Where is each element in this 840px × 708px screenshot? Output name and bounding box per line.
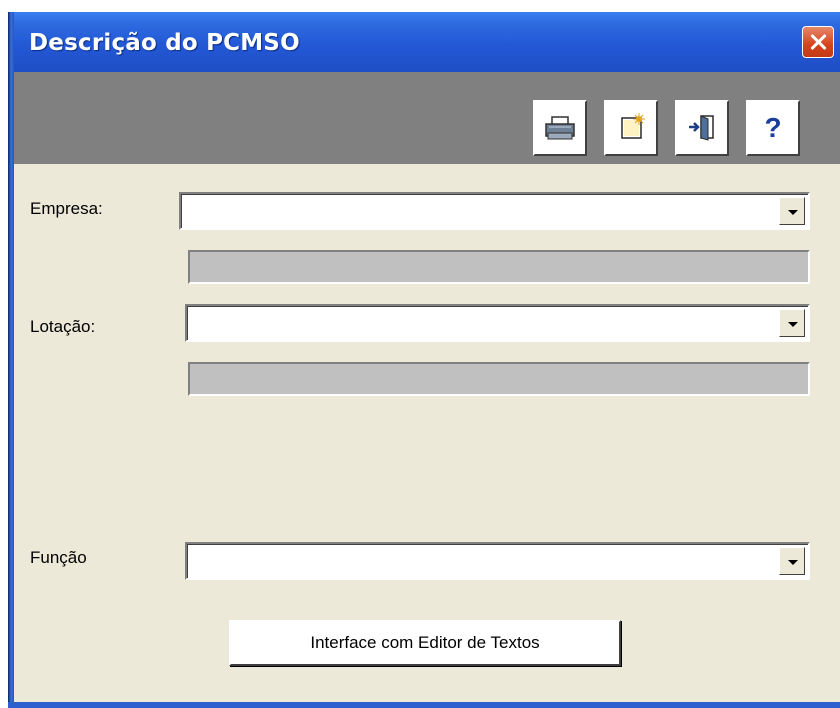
printer-icon <box>545 116 575 140</box>
svg-text:?: ? <box>764 112 781 143</box>
empresa-label: Empresa: <box>30 199 103 218</box>
help-icon: ? <box>764 112 781 143</box>
window-title: Descrição do PCMSO <box>29 30 300 56</box>
new-document-icon <box>621 113 645 139</box>
lotacao-select[interactable] <box>185 304 810 342</box>
chevron-down-icon[interactable] <box>779 309 805 337</box>
print-button[interactable] <box>533 100 587 156</box>
close-button[interactable] <box>802 26 834 58</box>
chevron-down-icon[interactable] <box>779 547 805 575</box>
chevron-down-icon[interactable] <box>779 197 805 225</box>
exit-button[interactable] <box>675 100 729 156</box>
window-frame-left <box>8 12 14 708</box>
toolbar: ? <box>14 72 840 164</box>
lotacao-label: Lotação: <box>30 317 96 336</box>
exit-door-icon <box>689 115 714 141</box>
window: Descrição do PCMSO ? Empresa: Lotação: F… <box>8 12 840 708</box>
lotacao-description <box>188 362 810 396</box>
new-document-button[interactable] <box>604 100 658 156</box>
text-editor-interface-button[interactable]: Interface com Editor de Textos <box>229 620 621 666</box>
empresa-description <box>188 250 810 284</box>
title-bar[interactable]: Descrição do PCMSO <box>8 12 840 72</box>
help-button[interactable]: ? <box>746 100 800 156</box>
window-frame-bottom <box>8 702 840 708</box>
funcao-label: Função <box>30 548 87 567</box>
funcao-select[interactable] <box>185 542 810 580</box>
empresa-select[interactable] <box>179 192 810 230</box>
